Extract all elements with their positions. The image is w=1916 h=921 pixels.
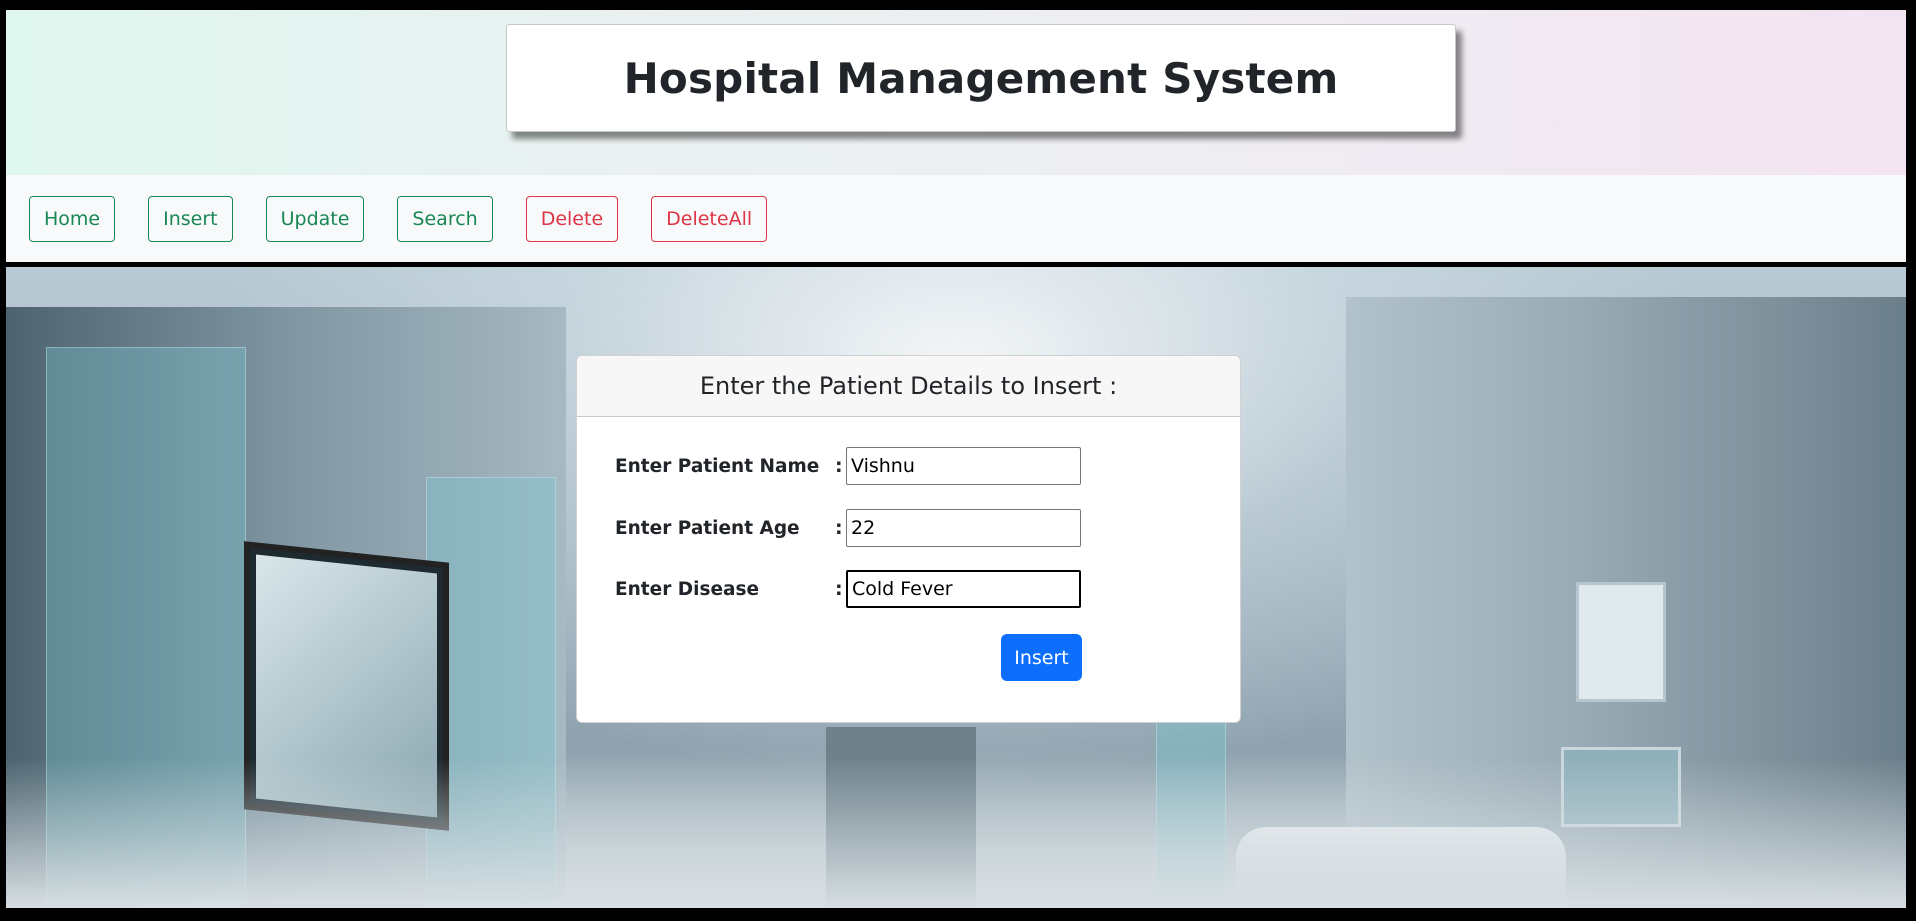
patient-name-label: Enter Patient Name xyxy=(615,455,820,477)
separator: : xyxy=(835,455,843,477)
nav-home-button[interactable]: Home xyxy=(29,195,116,242)
card-heading: Enter the Patient Details to Insert : xyxy=(577,356,1240,417)
separator: : xyxy=(835,578,843,600)
disease-label: Enter Disease xyxy=(615,578,760,600)
patient-insert-card: Enter the Patient Details to Insert : En… xyxy=(576,355,1241,723)
patient-name-input[interactable] xyxy=(846,447,1081,485)
patient-age-input[interactable] xyxy=(846,509,1081,547)
nav-delete-button[interactable]: Delete xyxy=(525,195,619,242)
page-title: Hospital Management System xyxy=(623,53,1339,103)
patient-age-label: Enter Patient Age xyxy=(615,517,800,539)
disease-row: Enter Disease : xyxy=(615,570,1081,608)
nav-update-button[interactable]: Update xyxy=(265,195,365,242)
app-frame: Hospital Management System Home Insert U… xyxy=(6,10,1906,908)
patient-name-row: Enter Patient Name : xyxy=(615,447,1081,485)
navbar: Home Insert Update Search Delete DeleteA… xyxy=(6,175,1906,262)
insert-submit-button[interactable]: Insert xyxy=(1001,634,1082,681)
disease-input[interactable] xyxy=(846,570,1081,608)
header-banner: Hospital Management System xyxy=(6,10,1906,175)
patient-age-row: Enter Patient Age : xyxy=(615,509,1081,547)
nav-search-button[interactable]: Search xyxy=(397,195,493,242)
nav-deleteall-button[interactable]: DeleteAll xyxy=(651,195,768,242)
separator: : xyxy=(835,517,843,539)
title-card: Hospital Management System xyxy=(506,24,1456,132)
nav-insert-button[interactable]: Insert xyxy=(148,195,233,242)
